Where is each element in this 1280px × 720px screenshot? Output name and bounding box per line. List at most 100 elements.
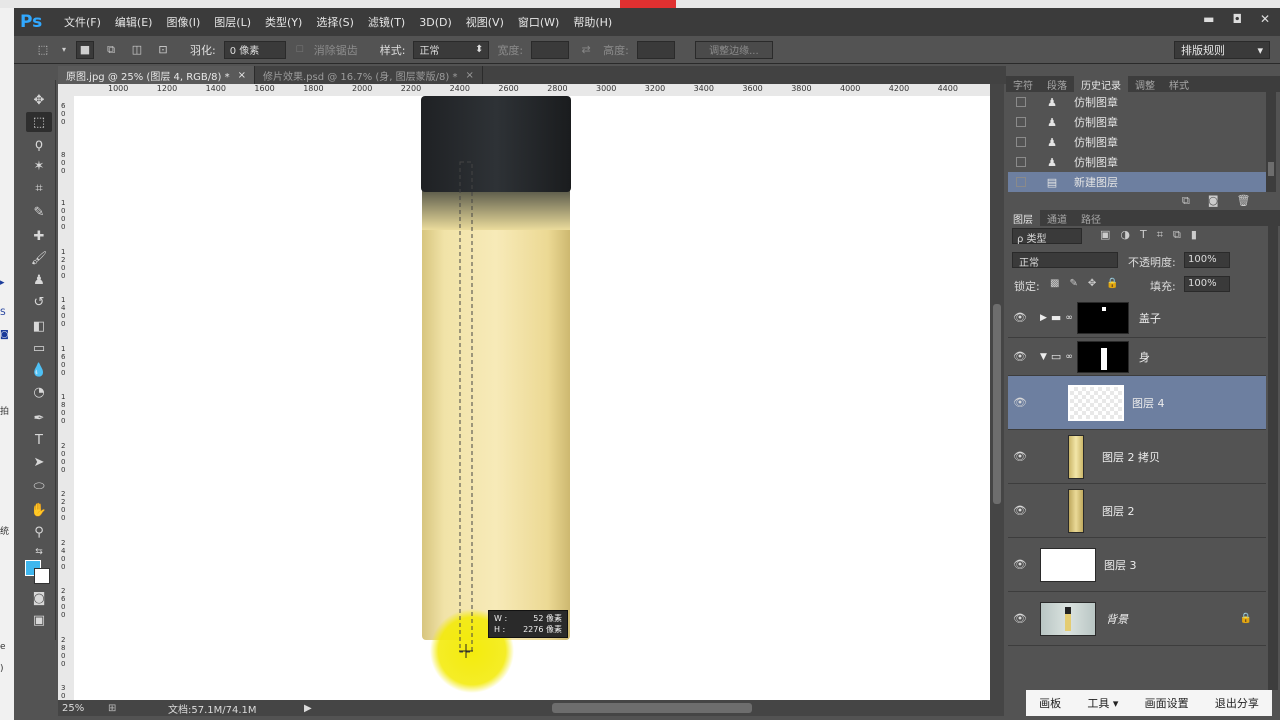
tools-menu-button[interactable]: 工具 ▾ (1087, 695, 1118, 711)
adjustment-filter-icon[interactable]: ◑ (1120, 228, 1130, 242)
add-selection-icon[interactable]: ⧉ (102, 41, 120, 59)
marquee-tool-preset-icon[interactable]: ⬚ (34, 41, 52, 59)
status-options-icon[interactable]: ⊞ (108, 703, 168, 714)
lock-all-icon[interactable]: 🔒 (1106, 278, 1118, 289)
gradient-icon[interactable]: ▭ (26, 338, 52, 358)
close-icon[interactable]: × (238, 70, 246, 81)
eye-icon[interactable]: 👁 (1008, 504, 1032, 517)
ellipse-tool-icon[interactable]: ⬭ (26, 476, 52, 496)
tab-paragraph[interactable]: 段落 (1040, 76, 1074, 92)
blend-mode-select[interactable]: 正常 (1012, 252, 1118, 269)
shape-filter-icon[interactable]: ⌗ (1157, 228, 1163, 242)
vertical-ruler[interactable]: 6 0 0 8 0 0 1 0 0 0 1 2 0 0 1 4 0 0 1 6 0 0 1 … (58, 84, 74, 716)
fill-input[interactable]: 100% (1184, 276, 1230, 292)
tab-layers[interactable]: 图层 (1006, 210, 1040, 226)
type-tool-icon[interactable]: T (26, 430, 52, 450)
status-menu-arrow-icon[interactable]: ▶ (304, 703, 312, 714)
tab-original-jpg[interactable]: 原图.jpg @ 25% (图层 4, RGB/8) * × (58, 66, 255, 84)
layer-row-cap-group[interactable]: 👁 ▶ ▬ ∞ 盖子 (1008, 298, 1266, 338)
lock-position-icon[interactable]: ✥ (1088, 278, 1096, 289)
menu-select[interactable]: 选择(S) (316, 14, 354, 30)
magic-wand-icon[interactable]: ✶ (26, 156, 52, 176)
collapse-arrow-icon[interactable]: ▼ (1040, 352, 1047, 362)
eraser-icon[interactable]: ◧ (26, 316, 52, 336)
swap-colors-icon[interactable]: ⇆ (26, 542, 52, 562)
crop-icon[interactable]: ⌗ (26, 178, 52, 198)
refine-edge-button[interactable]: 调整边缘... (694, 40, 773, 59)
minimize-button[interactable]: ▬ (1203, 12, 1214, 26)
preset-dropdown-icon[interactable]: ▾ (60, 41, 68, 59)
subtract-selection-icon[interactable]: ◫ (128, 41, 146, 59)
menu-view[interactable]: 视图(V) (466, 14, 504, 30)
menu-edit[interactable]: 编辑(E) (115, 14, 153, 30)
scroll-thumb[interactable] (993, 304, 1001, 504)
close-icon[interactable]: × (465, 70, 473, 81)
move-tool-icon[interactable]: ✥ (26, 90, 52, 110)
background-color-swatch[interactable] (34, 568, 50, 584)
layer-row-layer4[interactable]: 👁 图层 4 (1008, 376, 1266, 430)
history-checkbox[interactable] (1016, 97, 1026, 107)
menu-image[interactable]: 图像(I) (166, 14, 200, 30)
history-item[interactable]: ▤ 新建图层 (1008, 172, 1266, 192)
layer-row-layer2[interactable]: 👁 图层 2 (1008, 484, 1266, 538)
history-checkbox[interactable] (1016, 137, 1026, 147)
type-filter-icon[interactable]: T (1140, 228, 1147, 242)
history-checkbox[interactable] (1016, 177, 1026, 187)
healing-brush-icon[interactable]: ✚ (26, 226, 52, 246)
menu-filter[interactable]: 滤镜(T) (368, 14, 405, 30)
restore-button[interactable]: ◘ (1232, 12, 1242, 26)
history-brush-icon[interactable]: ↺ (26, 292, 52, 312)
pen-icon[interactable]: ✒ (26, 408, 52, 428)
history-checkbox[interactable] (1016, 117, 1026, 127)
clone-stamp-icon[interactable]: ♟ (26, 270, 52, 290)
dodge-icon[interactable]: ◔ (26, 382, 52, 402)
menu-type[interactable]: 类型(Y) (265, 14, 302, 30)
lasso-icon[interactable]: ϙ (26, 134, 52, 154)
layer-filter-select[interactable]: ρ 类型 (1012, 228, 1082, 245)
zoom-tool-icon[interactable]: ⚲ (26, 522, 52, 542)
artboard-button[interactable]: 画板 (1039, 695, 1061, 711)
eye-icon[interactable]: 👁 (1008, 450, 1032, 463)
opacity-input[interactable]: 100% (1184, 252, 1230, 268)
antialias-checkbox[interactable]: ☐ (294, 41, 306, 59)
tab-retouch-psd[interactable]: 修片效果.psd @ 16.7% (身, 图层蒙版/8) * × (254, 66, 483, 84)
path-selection-icon[interactable]: ➤ (26, 452, 52, 472)
eye-icon[interactable]: 👁 (1008, 396, 1032, 409)
history-scrollbar[interactable] (1266, 92, 1276, 192)
hand-tool-icon[interactable]: ✋ (26, 500, 52, 520)
layer-row-layer3[interactable]: 👁 图层 3 (1008, 538, 1266, 592)
trash-icon[interactable]: 🗑 (1237, 194, 1251, 208)
menu-help[interactable]: 帮助(H) (573, 14, 612, 30)
tab-character[interactable]: 字符 (1006, 76, 1040, 92)
layer-row-layer2-copy[interactable]: 👁 图层 2 拷贝 (1008, 430, 1266, 484)
tab-history[interactable]: 历史记录 (1074, 76, 1128, 92)
eye-icon[interactable]: 👁 (1008, 558, 1032, 571)
zoom-level[interactable]: 25% (62, 703, 108, 714)
screen-mode-icon[interactable]: ▣ (26, 610, 52, 630)
eyedropper-icon[interactable]: ✎ (26, 202, 52, 222)
eye-icon[interactable]: 👁 (1008, 311, 1032, 324)
history-checkbox[interactable] (1016, 157, 1026, 167)
history-item[interactable]: ♟ 仿制图章 (1008, 92, 1266, 112)
history-item[interactable]: ♟ 仿制图章 (1008, 152, 1266, 172)
history-item[interactable]: ♟ 仿制图章 (1008, 132, 1266, 152)
layers-scrollbar[interactable] (1268, 210, 1278, 690)
screen-settings-button[interactable]: 画面设置 (1145, 695, 1189, 711)
workspace-select[interactable]: 排版规则 ▾ (1174, 41, 1270, 59)
rectangular-marquee-icon[interactable]: ⬚ (26, 112, 52, 132)
document-canvas[interactable]: W : 52 像素 H : 2276 像素 (74, 96, 990, 700)
new-document-from-state-icon[interactable]: ⧉ (1182, 194, 1190, 208)
style-select[interactable]: 正常 ⬍ (413, 40, 490, 59)
canvas-vertical-scrollbar[interactable] (990, 84, 1004, 700)
intersect-selection-icon[interactable]: ⊡ (154, 41, 172, 59)
width-input[interactable] (531, 40, 570, 59)
tab-paths[interactable]: 路径 (1074, 210, 1108, 226)
lock-pixels-icon[interactable]: ✎ (1069, 278, 1077, 289)
eye-icon[interactable]: 👁 (1008, 350, 1032, 363)
smart-object-filter-icon[interactable]: ⧉ (1173, 228, 1181, 242)
expand-arrow-icon[interactable]: ▶ (1040, 313, 1047, 323)
new-selection-icon[interactable]: ■ (76, 40, 94, 59)
tab-adjustments[interactable]: 调整 (1128, 76, 1162, 92)
lock-transparency-icon[interactable]: ▩ (1050, 278, 1059, 289)
layer-row-body-group[interactable]: 👁 ▼ ▭ ∞ 身 (1008, 338, 1266, 376)
